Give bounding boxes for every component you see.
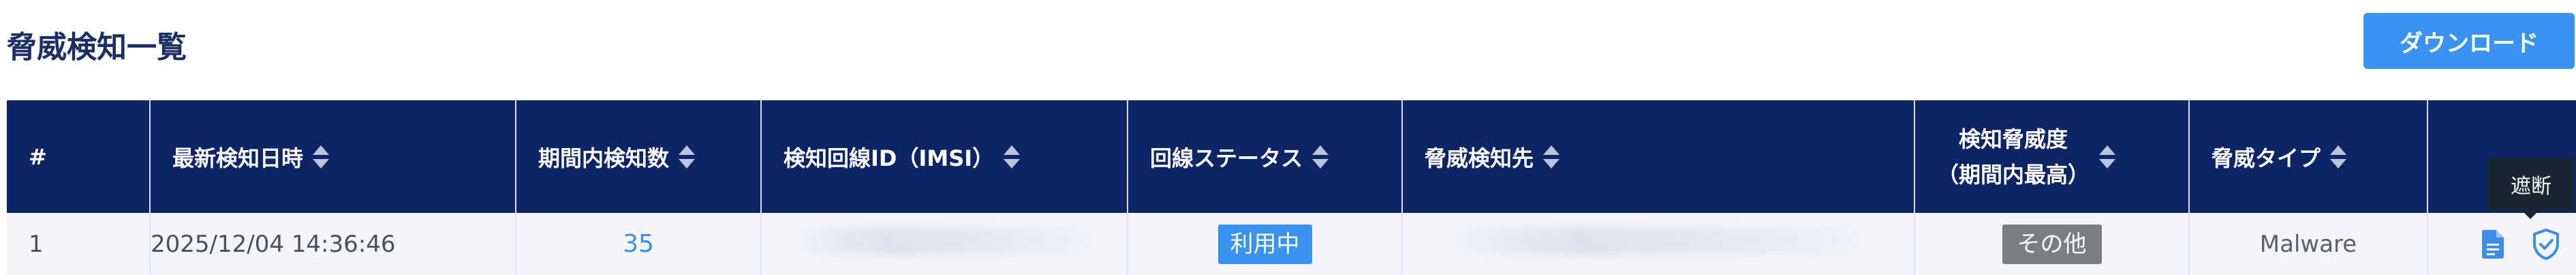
threat-list-page: 脅威検知一覧 ダウンロード # 最新検知日時 期間内検知数 検知回線ID（IMS… (0, 0, 2576, 275)
threat-type-cell: Malware (2188, 213, 2427, 275)
column-header-label: # (29, 143, 47, 170)
column-header-detection-count[interactable]: 期間内検知数 (515, 100, 761, 213)
column-header-label: 期間内検知数 (538, 145, 670, 171)
column-header-latest-detected[interactable]: 最新検知日時 (149, 100, 516, 213)
column-header-index: # (7, 100, 150, 213)
block-tooltip: 遮断 (2488, 158, 2574, 219)
sort-icon[interactable] (2330, 145, 2347, 169)
threat-type-value: Malware (2259, 230, 2357, 258)
column-header-label-line1: 検知脅威度 (1959, 126, 2068, 152)
severity-badge: その他 (2002, 224, 2102, 264)
column-header-label: 検知回線ID（IMSI） (783, 145, 995, 171)
column-header-threat-destination[interactable]: 脅威検知先 (1401, 100, 1914, 213)
line-status-cell: 利用中 (1127, 213, 1402, 275)
actions-cell (2427, 213, 2576, 275)
page-title: 脅威検知一覧 (7, 30, 187, 65)
latest-detected-cell: 2025/12/04 14:36:46 (149, 213, 516, 275)
column-header-label: 回線ステータス (1150, 145, 1303, 171)
sort-icon[interactable] (679, 145, 696, 169)
column-header-label: 脅威検知先 (1425, 145, 1534, 171)
detection-count-link[interactable]: 35 (623, 230, 654, 258)
column-header-label-line2: （期間内最高） (1937, 161, 2090, 188)
column-header-label: 脅威タイプ (2212, 145, 2321, 171)
redacted-threat-destination (1459, 227, 1858, 255)
status-badge: 利用中 (1217, 224, 1312, 264)
sort-icon[interactable] (1004, 145, 1021, 169)
document-icon[interactable] (2477, 227, 2509, 262)
column-header-label: 最新検知日時 (172, 145, 304, 171)
sort-icon[interactable] (2099, 145, 2116, 169)
table-header-row: # 最新検知日時 期間内検知数 検知回線ID（IMSI） 回線ステータス 脅威検… (7, 100, 2576, 213)
sort-icon[interactable] (313, 145, 330, 169)
column-header-line-id[interactable]: 検知回線ID（IMSI） (760, 100, 1128, 213)
sort-icon[interactable] (1543, 145, 1560, 169)
detection-count-cell: 35 (515, 213, 761, 275)
threat-table: # 最新検知日時 期間内検知数 検知回線ID（IMSI） 回線ステータス 脅威検… (7, 100, 2576, 275)
sort-icon[interactable] (1312, 145, 1329, 169)
shield-check-icon[interactable] (2530, 227, 2562, 262)
line-id-cell (760, 213, 1128, 275)
column-header-severity[interactable]: 検知脅威度 （期間内最高） (1914, 100, 2189, 213)
download-button[interactable]: ダウンロード (2363, 13, 2575, 69)
severity-cell: その他 (1914, 213, 2189, 275)
redacted-line-id (801, 227, 1087, 255)
threat-destination-cell (1401, 213, 1914, 275)
table-row[interactable]: 1 2025/12/04 14:36:46 35 利用中 その他 Malware (7, 213, 2576, 275)
column-header-line-status[interactable]: 回線ステータス (1127, 100, 1402, 213)
row-index: 1 (7, 213, 150, 275)
column-header-threat-type[interactable]: 脅威タイプ (2188, 100, 2427, 213)
